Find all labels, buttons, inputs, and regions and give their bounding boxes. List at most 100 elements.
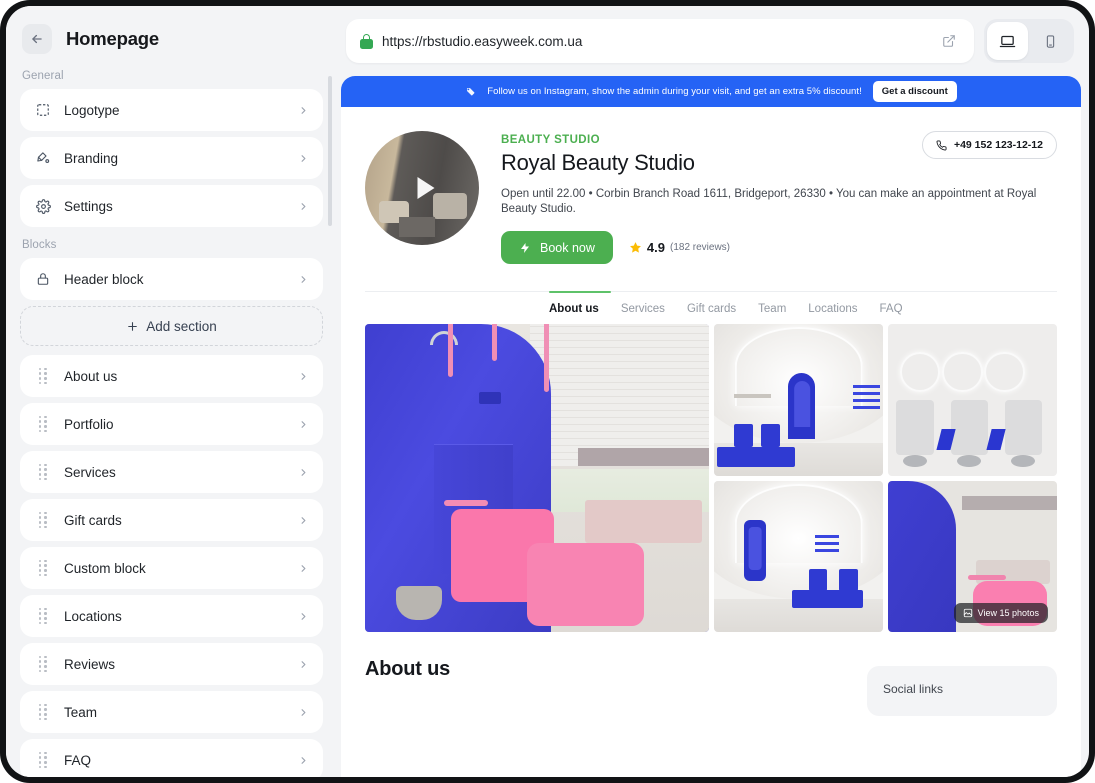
gallery-photo-3[interactable] — [888, 324, 1057, 476]
sidebar-block-label: Reviews — [64, 657, 298, 672]
chevron-right-icon — [298, 153, 309, 164]
drag-handle-icon[interactable] — [32, 512, 54, 529]
chevron-right-icon — [298, 707, 309, 718]
gallery-main-photo[interactable] — [365, 324, 709, 632]
sidebar-block-services[interactable]: Services — [20, 451, 323, 493]
social-links-label: Social links — [883, 682, 1041, 696]
sidebar-block-label: FAQ — [64, 753, 298, 768]
photo-blue-room — [365, 324, 709, 632]
device-toggle-group — [984, 19, 1074, 63]
star-icon — [629, 241, 642, 254]
get-discount-button[interactable]: Get a discount — [873, 81, 957, 102]
drag-handle-icon[interactable] — [32, 752, 54, 769]
active-tab-indicator — [549, 291, 611, 294]
sidebar-item-label: Branding — [64, 151, 298, 166]
tab-faq[interactable]: FAQ — [880, 303, 903, 315]
sidebar-block-label: About us — [64, 369, 298, 384]
arrow-left-icon — [30, 32, 44, 46]
sidebar-block-locations[interactable]: Locations — [20, 595, 323, 637]
gallery-photo-2[interactable] — [714, 324, 883, 476]
tab-team[interactable]: Team — [758, 303, 786, 315]
rating-count: (182 reviews) — [670, 242, 730, 253]
add-section-button[interactable]: Add section — [20, 306, 323, 346]
tag-icon — [465, 86, 476, 97]
laptop-icon — [999, 33, 1016, 50]
plus-icon — [126, 320, 139, 333]
chevron-right-icon — [298, 659, 309, 670]
drag-handle-icon[interactable] — [32, 704, 54, 721]
tab-services[interactable]: Services — [621, 303, 665, 315]
chevron-right-icon — [298, 467, 309, 478]
drag-handle-icon[interactable] — [32, 560, 54, 577]
phone-button[interactable]: +49 152 123-12-12 — [922, 131, 1057, 159]
device-screen: Homepage General Logotype — [6, 6, 1089, 777]
sidebar-item-label: Logotype — [64, 103, 298, 118]
social-links-card: Social links — [867, 666, 1057, 716]
device-toggle-desktop[interactable] — [987, 22, 1028, 60]
sidebar-block-label: Services — [64, 465, 298, 480]
drag-handle-icon[interactable] — [32, 368, 54, 385]
dashed-square-icon — [32, 103, 54, 117]
view-photos-label: View 15 photos — [978, 608, 1039, 618]
chevron-right-icon — [298, 371, 309, 382]
chevron-right-icon — [298, 274, 309, 285]
gallery-icon — [963, 608, 973, 618]
sidebar-block-reviews[interactable]: Reviews — [20, 643, 323, 685]
sidebar-block-about-us[interactable]: About us — [20, 355, 323, 397]
sidebar-block-label: Gift cards — [64, 513, 298, 528]
site-tabs: About us Services Gift cards Team Locati… — [365, 291, 1057, 324]
back-button[interactable] — [22, 24, 52, 54]
chevron-right-icon — [298, 611, 309, 622]
lock-icon — [32, 272, 54, 286]
drag-handle-icon[interactable] — [32, 608, 54, 625]
promo-text: Follow us on Instagram, show the admin d… — [487, 86, 862, 97]
chevron-right-icon — [298, 515, 309, 526]
sidebar-block-label: Locations — [64, 609, 298, 624]
gallery-photo-4[interactable] — [714, 481, 883, 633]
photo-salon-chairs — [888, 324, 1057, 476]
chevron-right-icon — [298, 105, 309, 116]
sidebar-block-custom-block[interactable]: Custom block — [20, 547, 323, 589]
gallery-column-1 — [714, 324, 883, 632]
business-description: Open until 22.00 • Corbin Branch Road 16… — [501, 187, 1057, 217]
gallery-photo-5[interactable]: View 15 photos — [888, 481, 1057, 633]
address-bar[interactable]: https://rbstudio.easyweek.com.ua — [346, 19, 974, 63]
device-frame: Homepage General Logotype — [0, 0, 1095, 783]
device-toggle-mobile[interactable] — [1030, 22, 1071, 60]
browser-toolbar: https://rbstudio.easyweek.com.ua — [337, 6, 1089, 73]
site-preview: Follow us on Instagram, show the admin d… — [341, 76, 1081, 777]
sidebar-item-header-block[interactable]: Header block — [20, 258, 323, 300]
book-now-label: Book now — [540, 241, 595, 255]
view-photos-badge[interactable]: View 15 photos — [954, 603, 1048, 623]
chevron-right-icon — [298, 419, 309, 430]
sidebar-block-gift-cards[interactable]: Gift cards — [20, 499, 323, 541]
play-icon — [418, 177, 435, 199]
photo-salon-interior — [714, 481, 883, 633]
sidebar-block-label: Custom block — [64, 561, 298, 576]
drag-handle-icon[interactable] — [32, 656, 54, 673]
sidebar-block-team[interactable]: Team — [20, 691, 323, 733]
page-title: Homepage — [66, 28, 159, 50]
sidebar-scrollbar[interactable] — [328, 76, 333, 226]
drag-handle-icon[interactable] — [32, 464, 54, 481]
sidebar-item-settings[interactable]: Settings — [20, 185, 323, 227]
external-link-icon[interactable] — [936, 28, 962, 54]
drag-handle-icon[interactable] — [32, 416, 54, 433]
sidebar-scroll-area[interactable]: General Logotype Branding — [6, 64, 337, 777]
sidebar-block-faq[interactable]: FAQ — [20, 739, 323, 777]
tab-gift-cards[interactable]: Gift cards — [687, 303, 736, 315]
business-avatar-video[interactable] — [365, 131, 479, 245]
sidebar-item-label: Settings — [64, 199, 298, 214]
sidebar-item-branding[interactable]: Branding — [20, 137, 323, 179]
gallery-column-2: View 15 photos — [888, 324, 1057, 632]
phone-call-icon — [936, 140, 947, 151]
book-now-button[interactable]: Book now — [501, 231, 613, 264]
palette-icon — [32, 151, 54, 166]
tab-about-us[interactable]: About us — [549, 303, 599, 315]
sidebar-item-logotype[interactable]: Logotype — [20, 89, 323, 131]
sidebar-header: Homepage — [6, 6, 337, 64]
tab-locations[interactable]: Locations — [808, 303, 857, 315]
url-text: https://rbstudio.easyweek.com.ua — [382, 34, 936, 49]
gear-icon — [32, 199, 54, 214]
sidebar-block-portfolio[interactable]: Portfolio — [20, 403, 323, 445]
